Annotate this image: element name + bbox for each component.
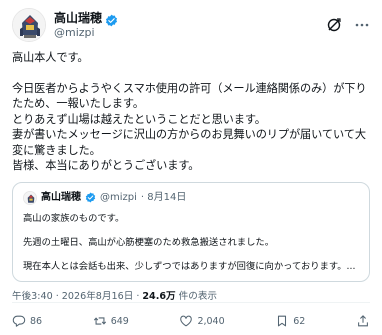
verified-badge-icon[interactable] (105, 12, 118, 26)
avatar-robot-icon (13, 9, 45, 41)
quoted-verified-badge-icon (85, 192, 96, 203)
share-button[interactable] (356, 314, 370, 328)
post-time[interactable]: 午後3:40 (12, 290, 53, 303)
display-name[interactable]: 高山瑞穂 (54, 11, 102, 26)
reply-icon (12, 315, 26, 327)
author-handle[interactable]: @mizpi (54, 26, 118, 40)
post-line: とりあえず山場は越えたということだと思います。 (12, 112, 266, 126)
post-line: 今日医者からようやくスマホ使用の許可（メール連絡関係のみ）が下りたため、一報いた… (12, 81, 367, 111)
reply-count: 86 (30, 315, 43, 327)
post-line: 高山本人です。 (12, 51, 89, 64)
quoted-date: · 8月14日 (140, 192, 187, 203)
bookmark-count: 62 (293, 315, 306, 327)
like-button[interactable]: 2,040 (179, 314, 225, 328)
view-count[interactable]: 24.6万 (142, 290, 175, 303)
name-row: 高山瑞穂 (54, 11, 118, 26)
quoted-post-header: 高山瑞穂 @mizpi · 8月14日 (23, 190, 359, 205)
reply-button[interactable]: 86 (12, 314, 42, 328)
post-date[interactable]: 2026年8月16日 (62, 290, 134, 303)
meta-separator: · (55, 290, 59, 302)
meta-separator: · (136, 290, 140, 302)
bookmark-button[interactable]: 62 (275, 314, 305, 328)
post-meta: 午後3:40 · 2026年8月16日 · 24.6万 件の表示 (12, 290, 370, 303)
action-bar: 86 649 2,040 62 (12, 312, 370, 330)
post-text: 高山本人です。 今日医者からようやくスマホ使用の許可（メール連絡関係のみ）が下り… (12, 50, 370, 174)
bookmark-icon (278, 315, 287, 327)
divider (12, 302, 370, 303)
quoted-text: 高山の家族のものです。 先週の土曜日、高山が心筋梗塞のため救急搬送されました。 … (23, 212, 359, 273)
post-header: 高山瑞穂 @mizpi (12, 6, 370, 44)
grok-icon[interactable] (326, 17, 342, 33)
quoted-avatar (23, 190, 37, 205)
header-actions (326, 17, 370, 33)
quoted-line: 高山の家族のものです。 (23, 212, 125, 224)
avatar[interactable] (12, 8, 46, 42)
share-icon (358, 315, 368, 327)
more-options-icon[interactable] (354, 17, 370, 33)
quoted-display-name: 高山瑞穂 (41, 192, 81, 203)
quoted-line: 現在本人とは会話も出来、少しずつではありますが回復に向かっております。... (23, 260, 356, 272)
post-line: 皆様、本当にありがとうございます。 (12, 159, 200, 172)
like-count: 2,040 (197, 315, 225, 327)
author-names: 高山瑞穂 @mizpi (54, 11, 118, 40)
post-line: 妻が書いたメッセージに沢山の方からのお見舞いのリプが届いていて大変に驚きました。 (12, 128, 366, 157)
repost-button[interactable]: 649 (93, 314, 129, 328)
quoted-line: 先週の土曜日、高山が心筋梗塞のため救急搬送されました。 (23, 236, 275, 248)
heart-icon (180, 315, 193, 327)
post: 高山瑞穂 @mizpi 高山本人です。 今日医者からようやくスマホ使用の許可（メ… (0, 0, 382, 335)
view-label: 件の表示 (178, 290, 218, 302)
repost-icon (93, 317, 106, 325)
repost-count: 649 (110, 315, 129, 327)
quoted-post[interactable]: 高山瑞穂 @mizpi · 8月14日 高山の家族のものです。 先週の土曜日、高… (12, 181, 370, 282)
quoted-handle: @mizpi (100, 192, 137, 203)
